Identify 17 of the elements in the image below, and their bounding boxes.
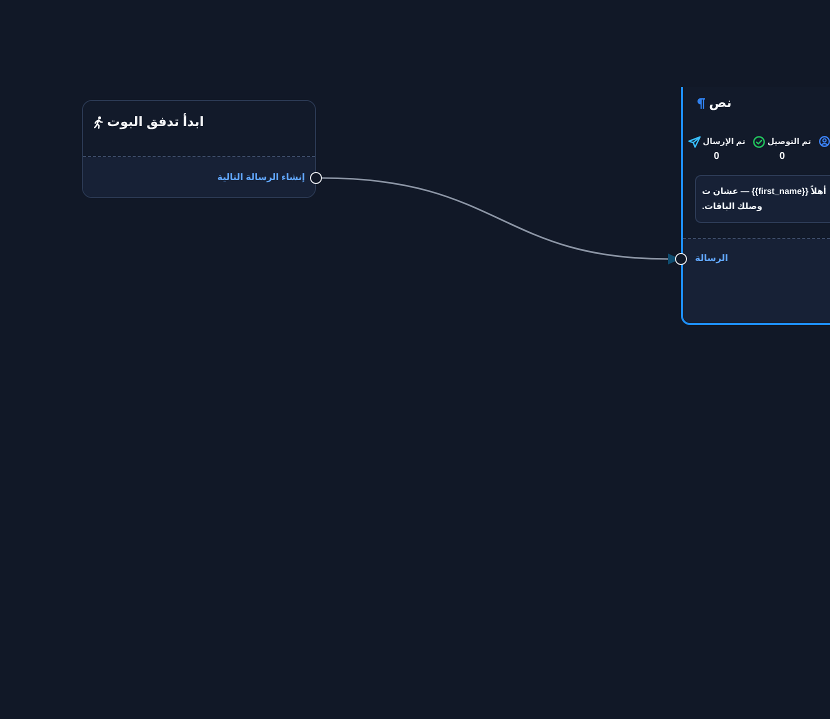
input-label: الرسالة bbox=[695, 252, 728, 265]
user-circle-icon bbox=[819, 136, 830, 147]
stat-count: 0 bbox=[714, 151, 720, 163]
input-handle[interactable] bbox=[675, 253, 687, 265]
node-title: ابدأ تدفق البوت bbox=[107, 114, 204, 130]
paper-plane-icon bbox=[688, 136, 701, 148]
stat-count: 0 bbox=[779, 151, 785, 163]
stat-label: تم الإرسال bbox=[702, 136, 746, 148]
check-circle-icon bbox=[753, 136, 766, 148]
pilcrow-icon bbox=[697, 98, 705, 108]
node-title: نص bbox=[709, 95, 732, 111]
flow-node[interactable]: ابدأ تدفق البوت إنشاء الرسالة التالية bbox=[82, 100, 316, 198]
output-handle[interactable] bbox=[310, 172, 322, 184]
output-label: إنشاء الرسالة التالية bbox=[217, 171, 305, 184]
message-bubble: أهلاً {{first_name}} — عشان ت وصلك الباقات. bbox=[695, 175, 830, 223]
walking-person-icon bbox=[94, 116, 103, 128]
stat-label: تم التوصيل bbox=[767, 136, 811, 148]
